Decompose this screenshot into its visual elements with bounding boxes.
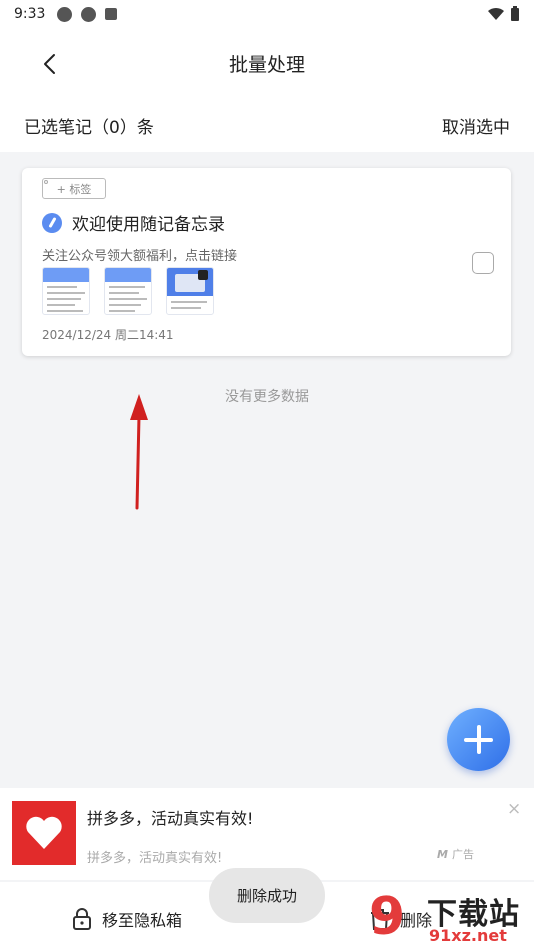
ad-mark-icon: M bbox=[437, 848, 448, 861]
app-notification-icon bbox=[81, 6, 97, 22]
thumbnail-line bbox=[47, 286, 77, 288]
thumbnail-line bbox=[47, 310, 83, 312]
ad-title: 拼多多，活动真实有效! bbox=[87, 809, 254, 828]
no-more-data-label: 没有更多数据 bbox=[225, 389, 309, 405]
add-note-fab[interactable] bbox=[447, 708, 510, 771]
thumbnail-line bbox=[171, 307, 201, 309]
battery-icon bbox=[511, 6, 519, 21]
thumbnail-header bbox=[105, 268, 151, 282]
page-title: 批量处理 bbox=[228, 53, 305, 76]
selection-bar: 已选笔记（0）条 取消选中 bbox=[0, 98, 534, 152]
app-notification-icon bbox=[105, 8, 118, 20]
note-thumbnails bbox=[42, 267, 214, 315]
note-thumbnail-2[interactable] bbox=[104, 267, 152, 315]
note-select-checkbox[interactable] bbox=[472, 252, 494, 274]
cancel-selection-button[interactable]: 取消选中 bbox=[442, 113, 510, 138]
ad-close-icon[interactable]: × bbox=[507, 799, 521, 819]
thumbnail-header bbox=[43, 268, 89, 282]
nav-bar: 批量处理 bbox=[0, 28, 534, 98]
watermark-logo: 9 bbox=[369, 887, 406, 947]
thumbnail-line bbox=[171, 301, 207, 303]
ad-label-text: 广告 bbox=[451, 848, 474, 861]
note-thumbnail-1[interactable] bbox=[42, 267, 90, 315]
note-thumbnail-3[interactable] bbox=[166, 267, 214, 315]
ad-banner[interactable]: 拼多多，活动真实有效! 拼多多，活动真实有效! × M 广告 bbox=[0, 788, 534, 880]
watermark-url: 91xz.net bbox=[429, 926, 507, 945]
selected-count-label: 已选笔记（0）条 bbox=[24, 117, 154, 138]
tag-dot-icon bbox=[44, 180, 48, 184]
wifi-icon bbox=[488, 7, 504, 21]
lock-icon bbox=[198, 270, 208, 280]
app-notification-icon bbox=[57, 6, 73, 22]
note-date: 2024/12/24 周二14:41 bbox=[42, 328, 174, 342]
thumbnail-line bbox=[47, 298, 81, 300]
site-watermark: 9 下载站 91xz.net bbox=[367, 887, 534, 950]
ad-subtitle: 拼多多，活动真实有效! bbox=[87, 851, 223, 866]
lock-icon bbox=[73, 908, 91, 930]
ad-label: M 广告 bbox=[437, 846, 474, 862]
thumbnail-line bbox=[109, 310, 135, 312]
annotation-arrow-icon bbox=[130, 394, 148, 510]
move-to-private-label: 移至隐私箱 bbox=[102, 911, 183, 930]
pinduoduo-logo-icon bbox=[12, 801, 76, 865]
thumbnail-line bbox=[109, 298, 147, 300]
add-tag-button[interactable]: + 标签 bbox=[42, 178, 106, 199]
status-time: 9:33 bbox=[14, 6, 46, 22]
note-header: 欢迎使用随记备忘录 bbox=[42, 210, 225, 235]
toast-message: 删除成功 bbox=[209, 868, 325, 923]
status-bar: 9:33 bbox=[0, 0, 534, 28]
note-title: 欢迎使用随记备忘录 bbox=[72, 215, 225, 235]
note-summary: 关注公众号领大额福利，点击链接 bbox=[42, 249, 238, 264]
thumbnail-line bbox=[47, 304, 75, 306]
back-arrow-icon[interactable] bbox=[36, 50, 64, 78]
pen-icon bbox=[42, 212, 62, 233]
move-to-private-button[interactable]: 移至隐私箱 bbox=[72, 907, 182, 931]
thumbnail-line bbox=[109, 286, 145, 288]
thumbnail-line bbox=[47, 292, 85, 294]
thumbnail-line bbox=[109, 304, 141, 306]
note-card[interactable]: + 标签 欢迎使用随记备忘录 关注公众号领大额福利，点击链接 2024/12/2… bbox=[22, 168, 511, 356]
thumbnail-line bbox=[109, 292, 139, 294]
